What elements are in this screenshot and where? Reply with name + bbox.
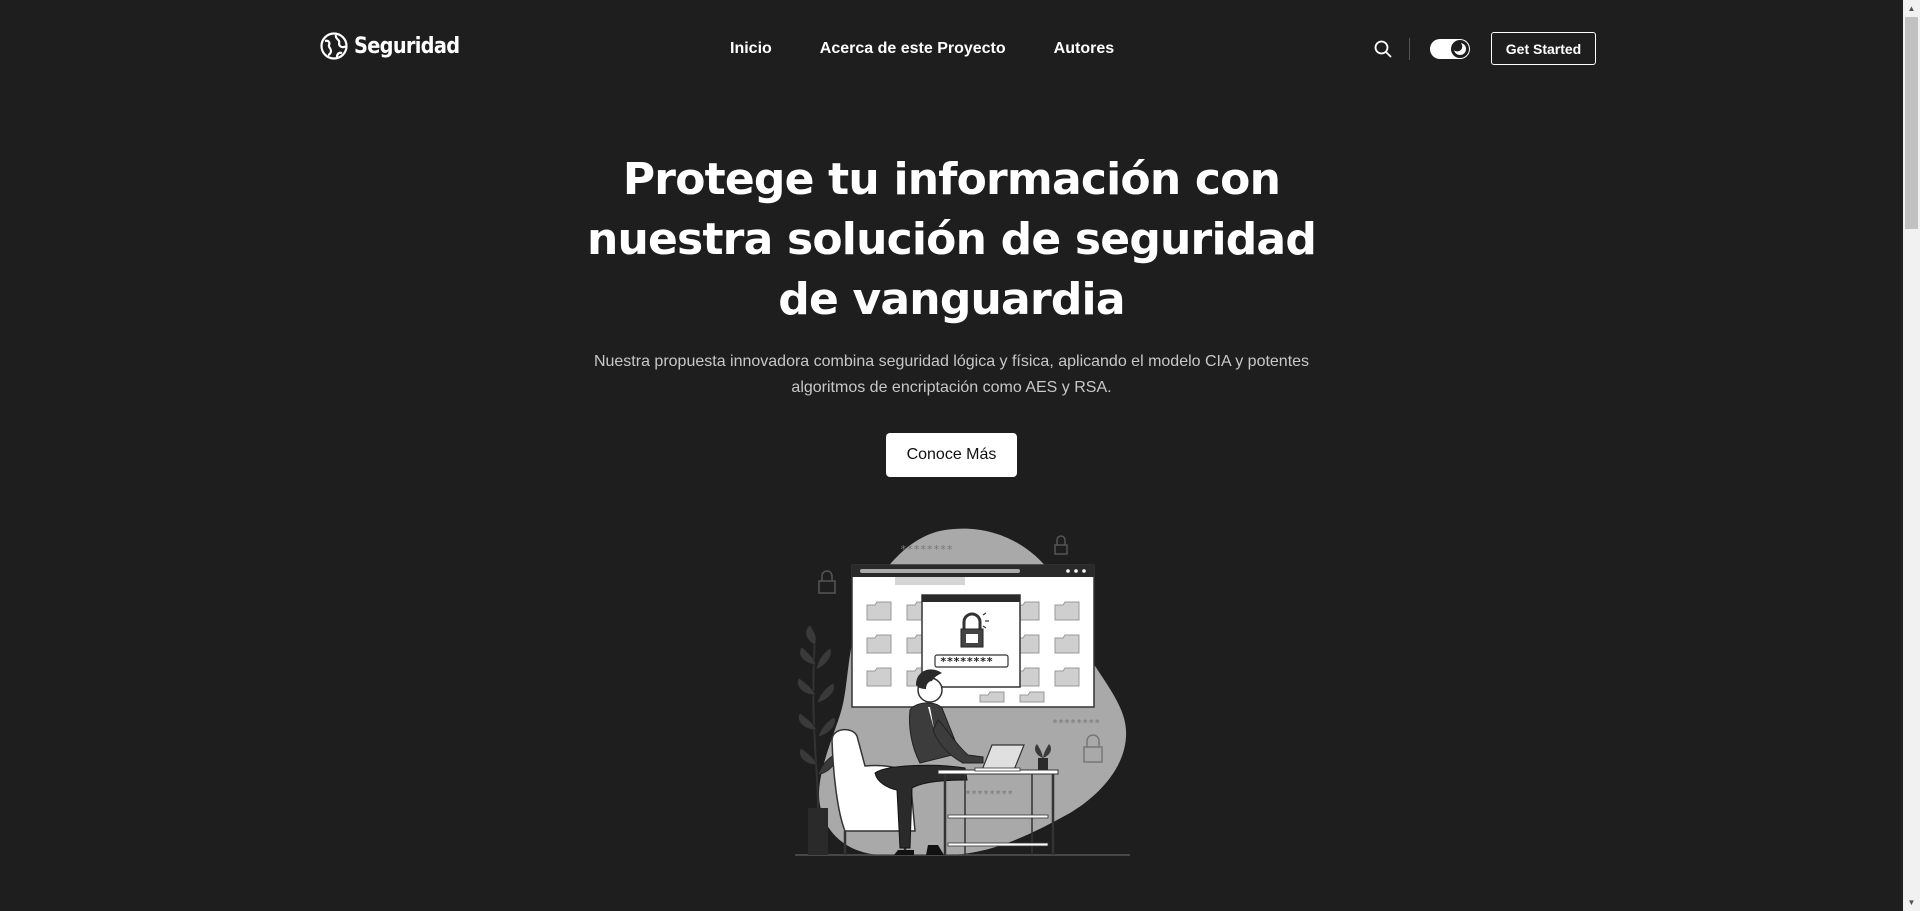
security-illustration: ******** ******** ******** ******** bbox=[795, 528, 1130, 856]
learn-more-button[interactable]: Conoce Más bbox=[886, 433, 1017, 477]
nav-link-acerca[interactable]: Acerca de este Proyecto bbox=[820, 40, 1006, 58]
nav-link-inicio[interactable]: Inicio bbox=[730, 40, 772, 58]
toggle-knob bbox=[1451, 39, 1469, 58]
scrollbar[interactable]: ▲ ▼ bbox=[1903, 0, 1920, 911]
password-mask-desk: ******** bbox=[965, 789, 1013, 800]
brand-name: Seguridad bbox=[354, 33, 460, 59]
main-nav: Inicio Acerca de este Proyecto Autores bbox=[730, 40, 1114, 58]
lock-icon bbox=[1054, 535, 1068, 555]
nav-actions: Get Started bbox=[1371, 32, 1596, 65]
nav-link-autores[interactable]: Autores bbox=[1054, 40, 1114, 58]
divider bbox=[1409, 37, 1410, 60]
search-icon bbox=[1374, 40, 1392, 57]
password-mask-right: ******** bbox=[1052, 718, 1100, 729]
page: Seguridad Inicio Acerca de este Proyecto… bbox=[0, 0, 1920, 911]
moon-icon bbox=[1453, 41, 1466, 55]
theme-toggle[interactable] bbox=[1430, 38, 1470, 59]
hero-title: Protege tu información con nuestra soluc… bbox=[586, 154, 1317, 325]
scroll-down-arrow-icon[interactable]: ▼ bbox=[1903, 894, 1920, 911]
globe-logo-icon bbox=[320, 32, 348, 60]
navbar: Seguridad Inicio Acerca de este Proyecto… bbox=[320, 28, 1596, 68]
hero-subtitle: Nuestra propuesta innovadora combina seg… bbox=[593, 353, 1310, 396]
brand-logo[interactable]: Seguridad bbox=[320, 32, 474, 60]
scrollbar-thumb[interactable] bbox=[1905, 17, 1918, 229]
password-mask-top: ******** bbox=[900, 543, 953, 556]
scroll-up-arrow-icon[interactable]: ▲ bbox=[1903, 0, 1920, 17]
lock-icon bbox=[818, 570, 836, 594]
password-field-mask: ******** bbox=[940, 655, 993, 668]
browser-window: ******** bbox=[851, 564, 1095, 708]
search-button[interactable] bbox=[1371, 37, 1395, 61]
get-started-button[interactable]: Get Started bbox=[1491, 32, 1596, 65]
